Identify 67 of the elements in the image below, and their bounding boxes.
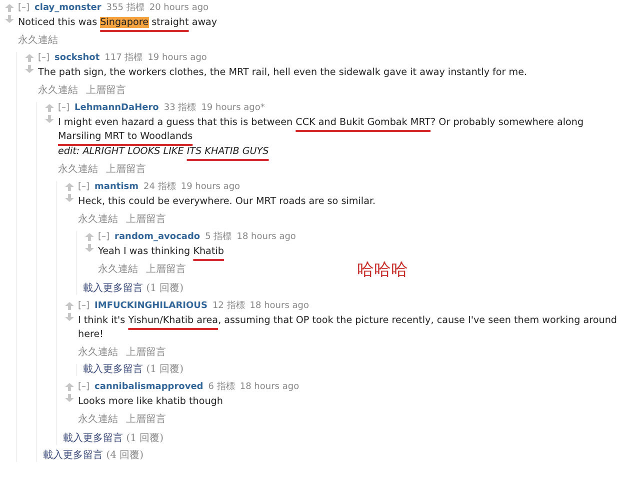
downvote-arrow-icon[interactable] [4,15,14,23]
downvote-arrow-icon[interactable] [64,313,74,321]
username-link[interactable]: clay_monster [34,2,102,15]
comment-text: Looks more like khatib though [78,395,224,409]
timestamp: 18 hours ago [236,231,296,244]
comment-text: Yeah I was thinking Khatib [98,245,225,259]
annotation-text: 哈哈哈 [357,259,408,281]
score-text: 117 指標 [104,52,143,65]
downvote-arrow-icon[interactable] [64,394,74,402]
edit-note: edit: ALRIGHT LOOKS LIKE ITS KHATIB GUYS [58,145,270,159]
comment-action-link[interactable]: 上層留言 [106,162,146,176]
downvote-arrow-icon[interactable] [44,115,54,123]
username-link[interactable]: cannibalismapproved [94,381,204,394]
username-link[interactable]: sockshot [54,52,100,65]
comment-action-link[interactable]: 永久連結 [18,33,58,47]
upvote-arrow-icon[interactable] [44,104,54,112]
collapse-toggle[interactable]: [–] [18,2,30,15]
collapse-toggle[interactable]: [–] [38,52,50,65]
timestamp: 19 hours ago* [201,102,265,115]
comment-action-link[interactable]: 永久連結 [78,212,118,226]
downvote-arrow-icon[interactable] [64,194,74,202]
comment-action-link[interactable]: 永久連結 [98,262,138,276]
collapse-toggle[interactable]: [–] [78,181,90,194]
score-text: 5 指標 [205,231,232,244]
load-more-link[interactable]: 載入更多留言 (1 回覆) [83,364,184,376]
timestamp: 19 hours ago [148,52,207,65]
collapse-toggle[interactable]: [–] [78,300,90,313]
comment-action-link[interactable]: 永久連結 [78,345,118,359]
comment-action-link[interactable]: 上層留言 [86,83,126,97]
comment-action-link[interactable]: 永久連結 [38,83,78,97]
score-text: 6 指標 [208,381,235,394]
score-text: 12 指標 [212,300,245,313]
timestamp: 19 hours ago [180,181,240,194]
upvote-arrow-icon[interactable] [84,233,94,241]
comment-action-link[interactable]: 上層留言 [126,212,166,226]
downvote-arrow-icon[interactable] [84,244,94,252]
username-link[interactable]: LehmannDaHero [74,102,159,115]
timestamp: 18 hours ago [250,300,309,313]
score-text: 355 指標 [106,2,144,15]
collapse-toggle[interactable]: [–] [98,231,110,244]
load-more-link[interactable]: 載入更多留言 (1 回覆) [63,433,164,445]
comment-action-link[interactable]: 上層留言 [126,345,166,359]
collapse-toggle[interactable]: [–] [58,102,70,115]
comment-action-link[interactable]: 永久連結 [58,162,98,176]
collapse-toggle[interactable]: [–] [78,381,90,394]
load-more-link[interactable]: 載入更多留言 (4 回覆) [43,450,144,462]
upvote-arrow-icon[interactable] [64,183,74,191]
comment-text: Heck, this could be everywhere. Our MRT roads are so similar. [78,195,377,209]
comment-action-link[interactable]: 上層留言 [126,412,166,426]
username-link[interactable]: IMFUCKINGHILARIOUS [94,300,208,313]
comment-text: The path sign, the workers clothes, the MRT rail, hell even the sidewalk gave it away instantly for me. [38,66,528,80]
comment-text: I think it's Yishun/Khatib area, assuming that OP took the picture recently, cause I've seen them working around here! [78,314,618,342]
timestamp: 20 hours ago [149,2,209,15]
upvote-arrow-icon[interactable] [64,383,74,391]
load-more-link[interactable]: 載入更多留言 (1 回覆) [83,283,184,295]
upvote-arrow-icon[interactable] [24,54,34,62]
username-link[interactable]: random_avocado [114,231,200,244]
comment-action-link[interactable]: 永久連結 [78,412,118,426]
score-text: 33 指標 [164,102,196,115]
upvote-arrow-icon[interactable] [4,4,14,12]
comment-action-link[interactable]: 上層留言 [146,262,186,276]
upvote-arrow-icon[interactable] [64,302,74,310]
comment-text: Noticed this was Singapore straight away [18,16,218,30]
score-text: 24 指標 [144,181,176,194]
timestamp: 18 hours ago [240,381,300,394]
username-link[interactable]: mantism [94,181,139,194]
downvote-arrow-icon[interactable] [24,65,34,73]
